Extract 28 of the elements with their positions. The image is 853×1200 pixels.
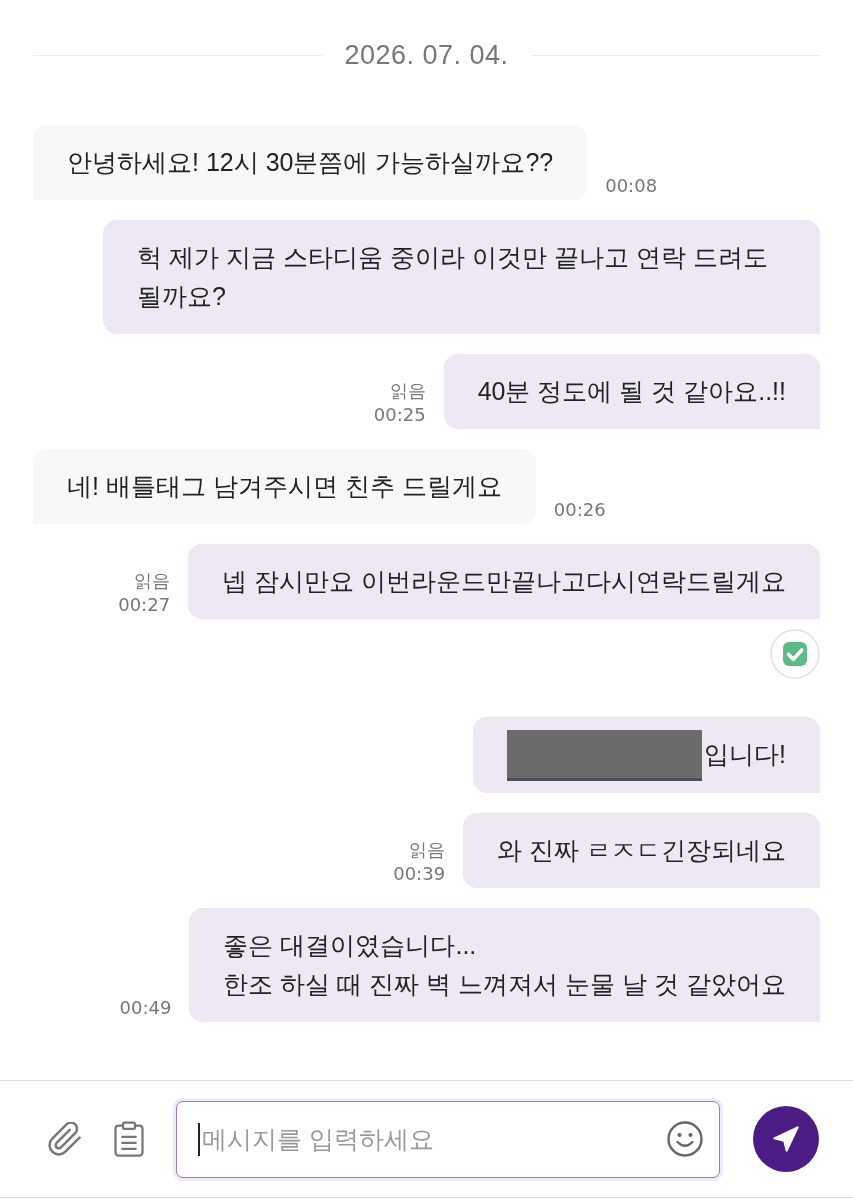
message-text: 와 진짜 ㄹㅈㄷ긴장되네요 (497, 835, 786, 864)
message-time: 00:49 (119, 995, 172, 1020)
message-text: 좋은 대결이였습니다... 한조 하실 때 진짜 벽 느껴져서 눈물 날 것 같았어요 (223, 930, 786, 998)
read-receipt-label: 읽음 (409, 837, 446, 862)
attach-button[interactable] (48, 1122, 82, 1156)
message-text: 넵 잠시만요 이번라운드만끝나고다시연락드릴게요 (222, 567, 786, 595)
message-time: 00:39 (393, 861, 446, 886)
message-text: 40분 정도에 될 것 같아요..!! (477, 377, 786, 405)
message-time: 00:27 (118, 593, 171, 617)
message-input-field[interactable]: 메시지를 입력하세요 (176, 1100, 720, 1178)
clipboard-icon (114, 1121, 144, 1157)
paperclip-icon (48, 1122, 82, 1156)
send-icon (773, 1126, 799, 1152)
message-time: 00:25 (373, 403, 426, 427)
read-receipt-label: 읽음 (389, 379, 426, 403)
message-text: 입니다! (704, 740, 786, 768)
emoji-button[interactable] (667, 1120, 703, 1157)
date-label: 2026. 07. 04. (344, 39, 509, 71)
message-text: 헉 제가 지금 스타디움 중이라 이것만 끝나고 연락 드려도 될까요? (137, 243, 768, 310)
check-badge-icon (770, 629, 820, 679)
text-caret-icon (198, 1122, 200, 1156)
message-text: 안녕하세요! 12시 30분쯤에 가능하실까요?? (67, 148, 554, 176)
message-time: 00:08 (605, 174, 658, 198)
read-receipt-label: 읽음 (134, 569, 171, 593)
message-time: 00:26 (553, 498, 606, 522)
clipboard-button[interactable] (114, 1121, 144, 1157)
smiley-icon (667, 1120, 703, 1157)
message-text: 네! 배틀태그 남겨주시면 친추 드릴게요 (67, 472, 502, 500)
